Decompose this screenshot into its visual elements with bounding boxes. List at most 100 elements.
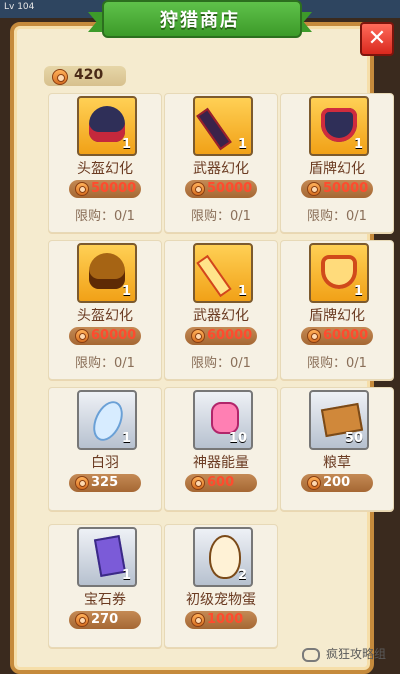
coin-dot: [57, 74, 65, 82]
item-name: 神器能量: [193, 455, 249, 471]
price-value: 270: [91, 612, 119, 627]
coin-dot: [195, 186, 202, 193]
shop-item-card[interactable]: 1 宝石券 270: [48, 524, 162, 648]
price-tag: 60000: [301, 327, 373, 345]
item-quantity: 10: [228, 431, 247, 446]
price-value: 1000: [207, 612, 244, 627]
item-name: 武器幻化: [193, 308, 249, 324]
item-icon-frame: 2: [193, 527, 253, 587]
coin-dot: [311, 333, 318, 340]
purchase-limit: 限购：0/1: [307, 356, 367, 371]
purchase-limit: 限购：0/1: [75, 209, 135, 224]
price-value: 60000: [207, 328, 253, 343]
coin-icon: [307, 476, 321, 490]
price-value: 60000: [91, 328, 137, 343]
coin-dot: [79, 617, 86, 624]
shop-item-card[interactable]: 2 初级宠物蛋 1000: [164, 524, 278, 648]
coin-dot: [195, 480, 202, 487]
coin-icon: [191, 613, 205, 627]
item-quantity: 2: [237, 568, 247, 583]
shop-title-ribbon: 狩猎商店: [88, 0, 312, 40]
price-tag: 200: [301, 474, 373, 492]
coin-dot: [311, 186, 318, 193]
item-name: 盾牌幻化: [309, 161, 365, 177]
coin-icon: [191, 476, 205, 490]
shop-item-card[interactable]: 1 白羽 325: [48, 387, 162, 511]
coin-dot: [79, 333, 86, 340]
price-tag: 60000: [185, 327, 257, 345]
shop-item-card[interactable]: 50 粮草 200: [280, 387, 394, 511]
shield-icon: [321, 108, 357, 142]
coin-icon: [191, 329, 205, 343]
item-quantity: 1: [237, 284, 247, 299]
coin-dot: [195, 333, 202, 340]
coin-dot: [79, 480, 86, 487]
item-name: 白羽: [91, 455, 119, 471]
shop-item-card[interactable]: 1 头盔幻化 50000 限购：0/1: [48, 93, 162, 233]
price-value: 50000: [207, 181, 253, 196]
item-icon-frame: 1: [77, 243, 137, 303]
shop-item-card[interactable]: 1 武器幻化 50000 限购：0/1: [164, 93, 278, 233]
purchase-limit: 限购：0/1: [75, 356, 135, 371]
price-tag: 50000: [185, 180, 257, 198]
coin-icon: [75, 613, 89, 627]
price-tag: 50000: [69, 180, 141, 198]
shop-item-card[interactable]: 1 盾牌幻化 50000 限购：0/1: [280, 93, 394, 233]
price-value: 50000: [91, 181, 137, 196]
helmet-icon: [89, 106, 125, 142]
item-quantity: 1: [121, 284, 131, 299]
item-icon-frame: 50: [309, 390, 369, 450]
sword-gold-icon: [196, 254, 232, 298]
price-tag: 60000: [69, 327, 141, 345]
item-quantity: 50: [344, 431, 363, 446]
item-icon-frame: 1: [193, 243, 253, 303]
item-name: 武器幻化: [193, 161, 249, 177]
coin-icon: [307, 182, 321, 196]
sword-icon: [196, 107, 232, 151]
item-name: 头盔幻化: [77, 308, 133, 324]
price-tag: 1000: [185, 611, 257, 629]
shop-grid: 1 头盔幻化 50000 限购：0/1 1 武器幻化 50000 限购：0/1 …: [22, 93, 394, 660]
item-icon-frame: 1: [77, 390, 137, 450]
shop-item-card[interactable]: 1 武器幻化 60000 限购：0/1: [164, 240, 278, 380]
item-icon-frame: 1: [193, 96, 253, 156]
page-title: 狩猎商店: [160, 10, 240, 31]
close-button[interactable]: ✕: [360, 22, 394, 56]
item-quantity: 1: [121, 431, 131, 446]
price-tag: 325: [69, 474, 141, 492]
price-tag: 50000: [301, 180, 373, 198]
item-icon-frame: 10: [193, 390, 253, 450]
shield-gold-icon: [321, 255, 357, 289]
currency-amount: 420: [74, 67, 104, 83]
coin-dot: [79, 186, 86, 193]
watermark: 疯狂攻略组: [301, 645, 386, 662]
price-value: 325: [91, 475, 119, 490]
wechat-icon: [301, 647, 320, 662]
price-tag: 600: [185, 474, 257, 492]
item-quantity: 1: [121, 568, 131, 583]
item-name: 粮草: [323, 455, 351, 471]
currency-pill: 420: [44, 66, 126, 86]
item-icon-frame: 1: [309, 243, 369, 303]
item-icon-frame: 1: [309, 96, 369, 156]
level-label: Lv 104: [4, 2, 35, 12]
purchase-limit: 限购：0/1: [191, 209, 251, 224]
item-name: 初级宠物蛋: [186, 592, 256, 608]
shop-item-card[interactable]: 1 头盔幻化 60000 限购：0/1: [48, 240, 162, 380]
purchase-limit: 限购：0/1: [191, 356, 251, 371]
close-icon: ✕: [367, 26, 387, 51]
coin-icon: [52, 69, 68, 85]
shop-item-card[interactable]: 10 神器能量 600: [164, 387, 278, 511]
item-name: 头盔幻化: [77, 161, 133, 177]
item-icon-frame: 1: [77, 96, 137, 156]
shop-item-card[interactable]: 1 盾牌幻化 60000 限购：0/1: [280, 240, 394, 380]
item-quantity: 1: [121, 137, 131, 152]
price-value: 200: [323, 475, 351, 490]
coin-dot: [311, 480, 318, 487]
coin-icon: [307, 329, 321, 343]
coin-icon: [191, 182, 205, 196]
helmet-gold-icon: [89, 253, 125, 289]
coin-icon: [75, 182, 89, 196]
item-quantity: 1: [353, 137, 363, 152]
watermark-text: 疯狂攻略组: [325, 647, 386, 661]
